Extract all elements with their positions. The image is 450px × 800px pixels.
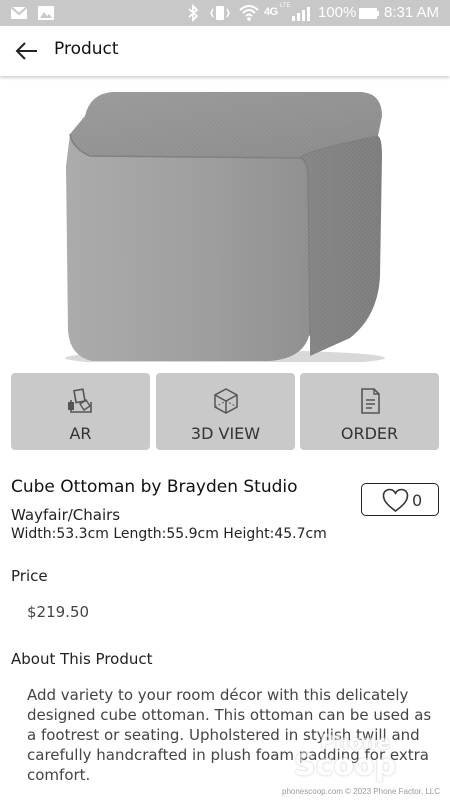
order-button[interactable]: ORDER — [300, 373, 439, 450]
action-bar: AR 3D VIEW ORDER — [0, 373, 450, 451]
like-count: 0 — [412, 491, 423, 510]
page-title: Product — [54, 39, 119, 59]
product-image — [0, 76, 450, 362]
like-button[interactable]: 0 — [361, 483, 439, 516]
network-sub: LTE — [280, 3, 291, 9]
network-type: 4G — [264, 6, 278, 18]
back-button[interactable] — [10, 34, 44, 68]
ar-button[interactable]: AR — [11, 373, 150, 450]
order-label: ORDER — [340, 424, 399, 443]
product-name: Cube Ottoman by Brayden Studio — [11, 477, 298, 497]
vibrate-icon — [210, 6, 230, 20]
document-icon — [360, 388, 380, 414]
battery-percent: 100% — [318, 4, 357, 21]
3d-view-label: 3D VIEW — [190, 424, 261, 443]
watermark-logo: Phone Scoop — [294, 728, 444, 783]
clock: 8:31 AM — [384, 4, 440, 21]
gallery-icon — [38, 6, 54, 20]
price-value: $219.50 — [27, 603, 90, 621]
ar-icon — [67, 388, 92, 413]
wifi-icon — [239, 5, 259, 21]
price-heading: Price — [11, 567, 48, 585]
product-category: Wayfair/Chairs — [11, 506, 121, 524]
cube-icon — [213, 388, 238, 414]
3d-view-button[interactable]: 3D VIEW — [156, 373, 295, 450]
status-bar: 4G LTE 100% 8:31 AM — [0, 0, 450, 26]
battery-icon — [359, 8, 379, 19]
app-bar: Product — [0, 26, 450, 76]
arrow-back-icon — [15, 42, 37, 60]
signal-icon — [292, 7, 310, 21]
bluetooth-icon — [188, 4, 199, 22]
ar-label: AR — [69, 424, 92, 443]
watermark-footer: phonescoop.com © 2023 Phone Factor, LLC — [282, 787, 440, 796]
product-dimensions: Width:53.3cm Length:55.9cm Height:45.7cm — [11, 526, 327, 542]
about-heading: About This Product — [11, 650, 153, 668]
heart-icon — [382, 488, 409, 512]
ottoman-image — [60, 86, 390, 362]
watermark-line2: Scoop — [294, 748, 397, 783]
gmail-icon — [10, 6, 28, 19]
